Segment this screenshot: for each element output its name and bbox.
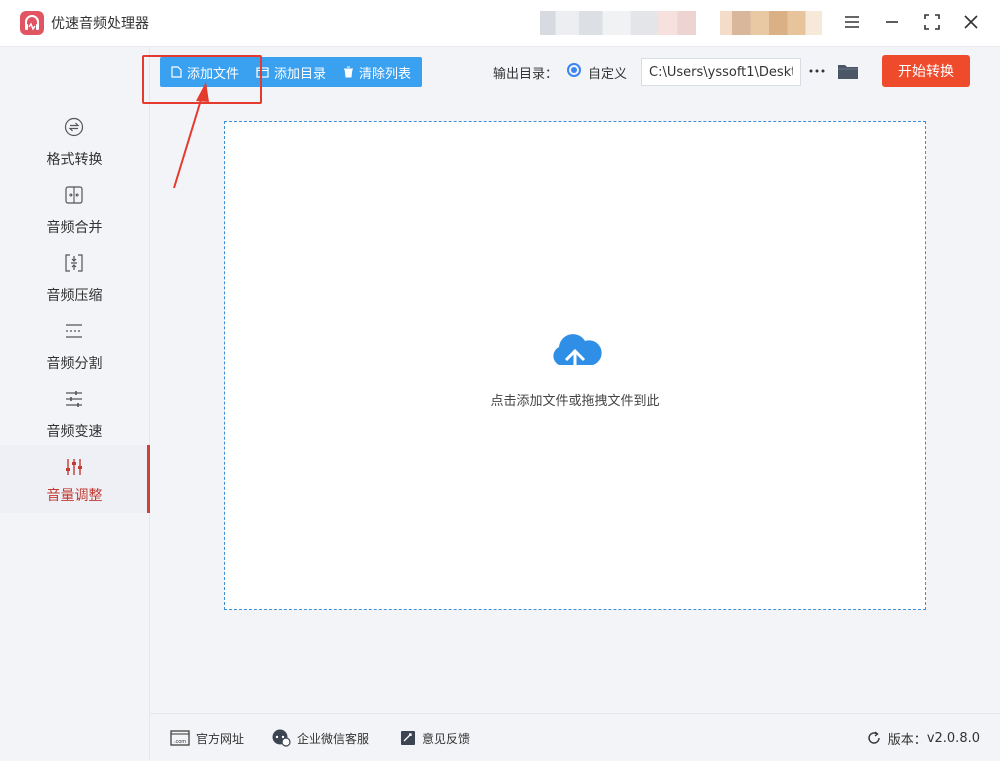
website-label: 官方网址	[196, 731, 245, 746]
close-icon[interactable]	[958, 9, 984, 35]
sidebar-item-audio-speed[interactable]: 音频变速	[0, 383, 149, 451]
more-icon[interactable]	[808, 60, 826, 82]
clear-list-button[interactable]: 清除列表	[343, 57, 411, 87]
output-directory-label: 输出目录：	[493, 67, 559, 82]
add-folder-button[interactable]: 添加目录	[256, 57, 326, 87]
feedback-label: 意见反馈	[422, 731, 471, 746]
clear-list-label: 清除列表	[359, 66, 412, 82]
version-info: 版本： v2.0.8.0	[866, 728, 980, 748]
merge-icon	[65, 186, 83, 204]
menu-icon[interactable]	[839, 9, 865, 35]
sidebar-item-label: 音频合并	[46, 220, 103, 236]
sidebar-item-volume-adjust[interactable]: 音量调整	[0, 445, 150, 513]
version-number: v2.0.8.0	[926, 730, 980, 746]
feedback-link[interactable]: 意见反馈	[400, 728, 470, 748]
drop-zone-hint: 点击添加文件或拖拽文件到此	[490, 394, 660, 409]
custom-output-radio[interactable]	[567, 63, 581, 77]
feedback-icon	[401, 731, 415, 745]
maximize-icon[interactable]	[919, 9, 945, 35]
sidebar-item-label: 格式转换	[46, 152, 103, 168]
sidebar-item-audio-split[interactable]: 音频分割	[0, 315, 149, 383]
volume-sliders-icon	[66, 459, 82, 475]
sidebar-item-format-convert[interactable]: 格式转换	[0, 111, 149, 179]
custom-output-label: 自定义	[588, 67, 628, 82]
sidebar-item-label: 音频变速	[46, 424, 103, 440]
sidebar-item-label: 音频分割	[46, 356, 103, 372]
file-drop-zone[interactable]: 点击添加文件或拖拽文件到此	[224, 121, 926, 610]
minimize-icon[interactable]	[879, 9, 905, 35]
speed-icon	[66, 391, 82, 407]
wechat-icon	[272, 729, 291, 747]
convert-icon	[64, 117, 84, 137]
sidebar: 格式转换 音频合并 音频压缩 音频分割 音频变速 音量调整	[0, 47, 150, 760]
wechat-support-link[interactable]: 企业微信客服	[271, 728, 369, 748]
svg-text:.com: .com	[174, 739, 186, 745]
website-icon: .com	[170, 730, 190, 746]
sidebar-item-audio-compress[interactable]: 音频压缩	[0, 247, 149, 315]
compress-icon	[65, 254, 83, 272]
open-folder-icon[interactable]	[837, 61, 859, 81]
app-logo-icon	[20, 11, 44, 35]
trash-icon	[344, 66, 353, 78]
version-label: 版本：	[887, 732, 927, 748]
sidebar-item-audio-merge[interactable]: 音频合并	[0, 179, 149, 247]
title-bar: 优速音频处理器	[0, 0, 1000, 47]
website-link[interactable]: .com 官方网址	[170, 728, 244, 748]
sidebar-item-label: 音频压缩	[46, 288, 103, 304]
cloud-upload-icon	[553, 334, 602, 380]
footer: .com 官方网址 企业微信客服 意见反馈 版本： v2.0.8.0	[150, 713, 1000, 761]
add-folder-label: 添加目录	[274, 66, 327, 82]
output-path-input[interactable]	[641, 58, 801, 86]
split-icon	[66, 324, 82, 338]
app-title: 优速音频处理器	[51, 16, 149, 32]
blurred-avatar-info	[720, 11, 822, 35]
start-convert-button[interactable]: 开始转换	[882, 55, 970, 87]
refresh-icon[interactable]	[866, 730, 882, 746]
blurred-account-info	[540, 11, 696, 35]
annotation-highlight-box	[142, 55, 262, 104]
sidebar-item-label: 音量调整	[46, 488, 103, 504]
wechat-support-label: 企业微信客服	[297, 731, 370, 746]
